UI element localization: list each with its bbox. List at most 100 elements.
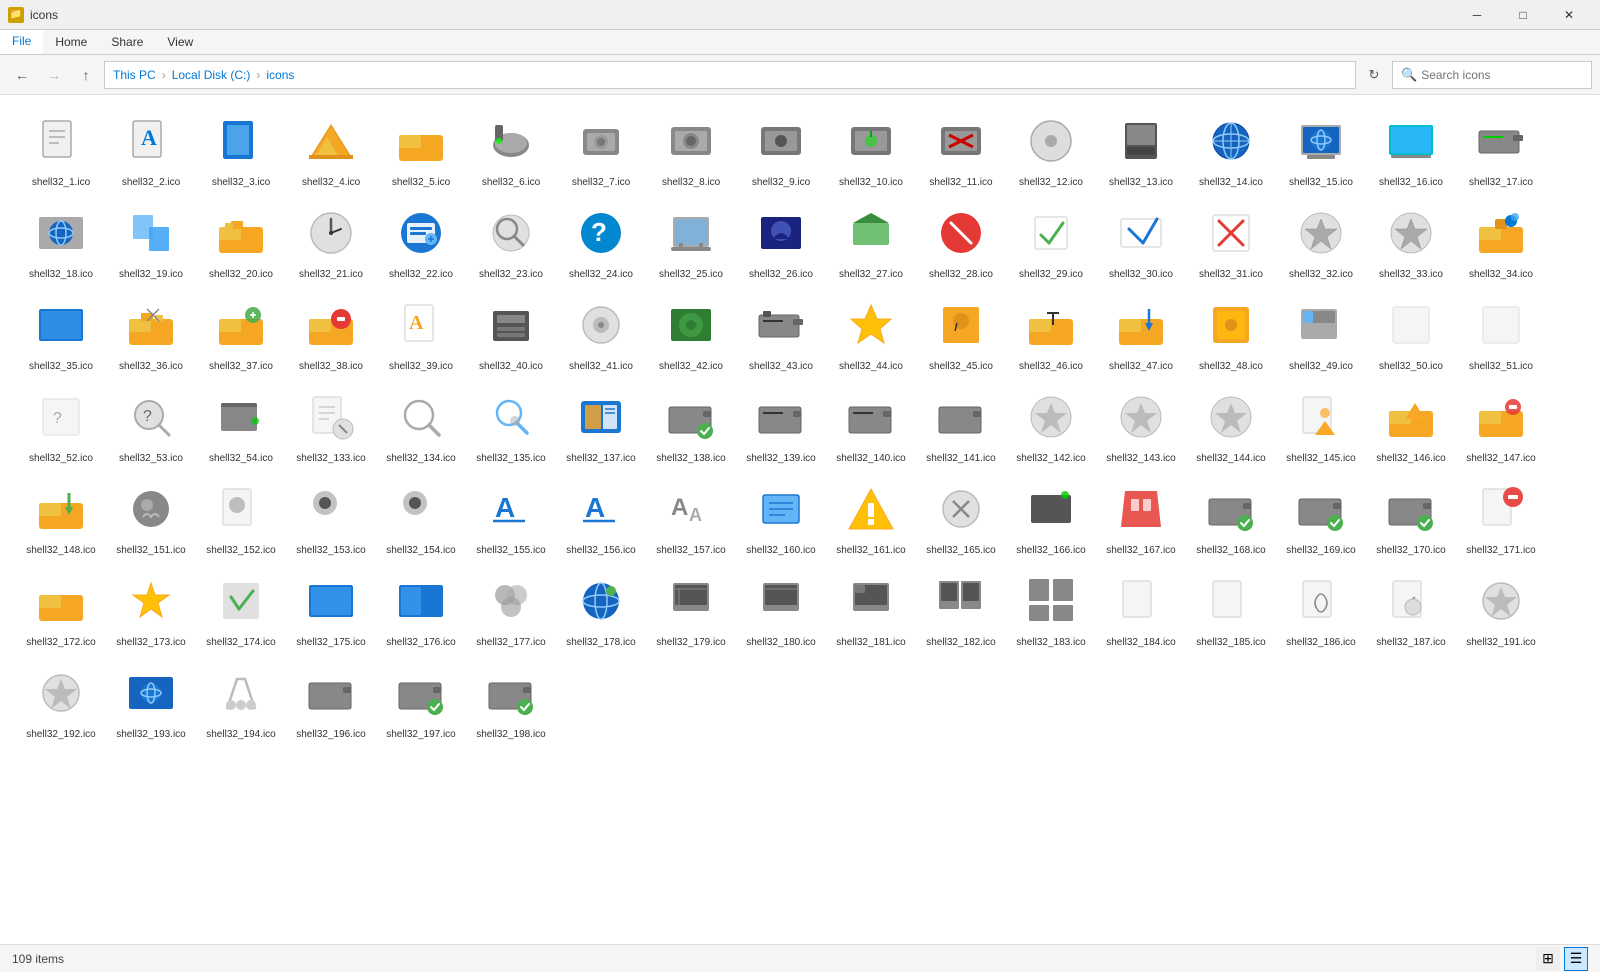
large-icons-view-button[interactable]: ⊞: [1536, 947, 1560, 971]
file-item[interactable]: shell32_151.ico: [106, 471, 196, 563]
file-item[interactable]: shell32_176.ico: [376, 563, 466, 655]
file-item[interactable]: ?shell32_52.ico: [16, 379, 106, 471]
file-item[interactable]: shell32_36.ico: [106, 287, 196, 379]
file-item[interactable]: shell32_38.ico: [286, 287, 376, 379]
file-item[interactable]: shell32_14.ico: [1186, 103, 1276, 195]
file-item[interactable]: shell32_12.ico: [1006, 103, 1096, 195]
file-item[interactable]: shell32_142.ico: [1006, 379, 1096, 471]
file-item[interactable]: shell32_40.ico: [466, 287, 556, 379]
file-item[interactable]: shell32_30.ico: [1096, 195, 1186, 287]
file-item[interactable]: shell32_21.ico: [286, 195, 376, 287]
forward-button[interactable]: →: [40, 61, 68, 89]
file-item[interactable]: shell32_139.ico: [736, 379, 826, 471]
breadcrumb-icons[interactable]: icons: [266, 68, 294, 82]
file-item[interactable]: shell32_168.ico: [1186, 471, 1276, 563]
file-item[interactable]: AAshell32_157.ico: [646, 471, 736, 563]
file-item[interactable]: shell32_3.ico: [196, 103, 286, 195]
address-bar[interactable]: This PC › Local Disk (C:) › icons: [104, 61, 1356, 89]
file-item[interactable]: shell32_140.ico: [826, 379, 916, 471]
file-item[interactable]: shell32_11.ico: [916, 103, 1006, 195]
file-item[interactable]: shell32_174.ico: [196, 563, 286, 655]
file-item[interactable]: shell32_165.ico: [916, 471, 1006, 563]
file-item[interactable]: shell32_37.ico: [196, 287, 286, 379]
file-item[interactable]: shell32_161.ico: [826, 471, 916, 563]
file-item[interactable]: shell32_198.ico: [466, 655, 556, 747]
search-input[interactable]: [1421, 68, 1583, 82]
file-item[interactable]: shell32_134.ico: [376, 379, 466, 471]
file-item[interactable]: shell32_196.ico: [286, 655, 376, 747]
file-item[interactable]: shell32_179.ico: [646, 563, 736, 655]
file-item[interactable]: shell32_146.ico: [1366, 379, 1456, 471]
breadcrumb-this-pc[interactable]: This PC: [113, 68, 156, 82]
file-item[interactable]: shell32_181.ico: [826, 563, 916, 655]
file-item[interactable]: shell32_18.ico: [16, 195, 106, 287]
search-box[interactable]: 🔍: [1392, 61, 1592, 89]
file-item[interactable]: Ashell32_39.ico: [376, 287, 466, 379]
file-item[interactable]: shell32_8.ico: [646, 103, 736, 195]
file-item[interactable]: shell32_32.ico: [1276, 195, 1366, 287]
file-item[interactable]: shell32_17.ico: [1456, 103, 1546, 195]
file-item[interactable]: shell32_48.ico: [1186, 287, 1276, 379]
tab-file[interactable]: File: [0, 30, 43, 54]
file-item[interactable]: shell32_186.ico: [1276, 563, 1366, 655]
file-item[interactable]: shell32_184.ico: [1096, 563, 1186, 655]
file-item[interactable]: shell32_49.ico: [1276, 287, 1366, 379]
file-item[interactable]: shell32_178.ico: [556, 563, 646, 655]
file-item[interactable]: shell32_183.ico: [1006, 563, 1096, 655]
file-item[interactable]: shell32_19.ico: [106, 195, 196, 287]
file-item[interactable]: shell32_41.ico: [556, 287, 646, 379]
file-item[interactable]: shell32_25.ico: [646, 195, 736, 287]
file-item[interactable]: shell32_143.ico: [1096, 379, 1186, 471]
close-button[interactable]: ✕: [1546, 0, 1592, 30]
file-item[interactable]: shell32_33.ico: [1366, 195, 1456, 287]
file-item[interactable]: shell32_54.ico: [196, 379, 286, 471]
file-item[interactable]: shell32_135.ico: [466, 379, 556, 471]
file-item[interactable]: shell32_47.ico: [1096, 287, 1186, 379]
file-item[interactable]: shell32_177.ico: [466, 563, 556, 655]
file-item[interactable]: shell32_180.ico: [736, 563, 826, 655]
breadcrumb-local-disk[interactable]: Local Disk (C:): [172, 68, 251, 82]
file-item[interactable]: Ashell32_2.ico: [106, 103, 196, 195]
file-item[interactable]: shell32_13.ico: [1096, 103, 1186, 195]
file-item[interactable]: shell32_44.ico: [826, 287, 916, 379]
file-item[interactable]: shell32_175.ico: [286, 563, 376, 655]
file-item[interactable]: shell32_42.ico: [646, 287, 736, 379]
file-item[interactable]: shell32_4.ico: [286, 103, 376, 195]
file-item[interactable]: shell32_144.ico: [1186, 379, 1276, 471]
tab-view[interactable]: View: [155, 30, 205, 54]
file-item[interactable]: shell32_148.ico: [16, 471, 106, 563]
file-item[interactable]: shell32_31.ico: [1186, 195, 1276, 287]
file-item[interactable]: shell32_9.ico: [736, 103, 826, 195]
file-item[interactable]: shell32_28.ico: [916, 195, 1006, 287]
file-item[interactable]: shell32_35.ico: [16, 287, 106, 379]
file-item[interactable]: shell32_26.ico: [736, 195, 826, 287]
file-item[interactable]: Ashell32_155.ico: [466, 471, 556, 563]
file-item[interactable]: shell32_169.ico: [1276, 471, 1366, 563]
file-item[interactable]: shell32_46.ico: [1006, 287, 1096, 379]
file-item[interactable]: Ashell32_156.ico: [556, 471, 646, 563]
file-item[interactable]: shell32_34.ico: [1456, 195, 1546, 287]
up-button[interactable]: ↑: [72, 61, 100, 89]
refresh-button[interactable]: ↻: [1360, 61, 1388, 89]
file-item[interactable]: shell32_160.ico: [736, 471, 826, 563]
file-item[interactable]: shell32_173.ico: [106, 563, 196, 655]
file-item[interactable]: shell32_154.ico: [376, 471, 466, 563]
file-item[interactable]: shell32_193.ico: [106, 655, 196, 747]
file-item[interactable]: shell32_153.ico: [286, 471, 376, 563]
file-item[interactable]: shell32_23.ico: [466, 195, 556, 287]
file-item[interactable]: shell32_7.ico: [556, 103, 646, 195]
file-item[interactable]: shell32_152.ico: [196, 471, 286, 563]
file-item[interactable]: shell32_29.ico: [1006, 195, 1096, 287]
tab-home[interactable]: Home: [43, 30, 99, 54]
file-item[interactable]: shell32_27.ico: [826, 195, 916, 287]
file-item[interactable]: shell32_133.ico: [286, 379, 376, 471]
file-item[interactable]: shell32_22.ico: [376, 195, 466, 287]
file-item[interactable]: shell32_137.ico: [556, 379, 646, 471]
file-item[interactable]: shell32_20.ico: [196, 195, 286, 287]
minimize-button[interactable]: ─: [1454, 0, 1500, 30]
file-item[interactable]: shell32_197.ico: [376, 655, 466, 747]
file-item[interactable]: shell32_167.ico: [1096, 471, 1186, 563]
file-item[interactable]: shell32_187.ico: [1366, 563, 1456, 655]
file-item[interactable]: shell32_172.ico: [16, 563, 106, 655]
file-item[interactable]: shell32_170.ico: [1366, 471, 1456, 563]
